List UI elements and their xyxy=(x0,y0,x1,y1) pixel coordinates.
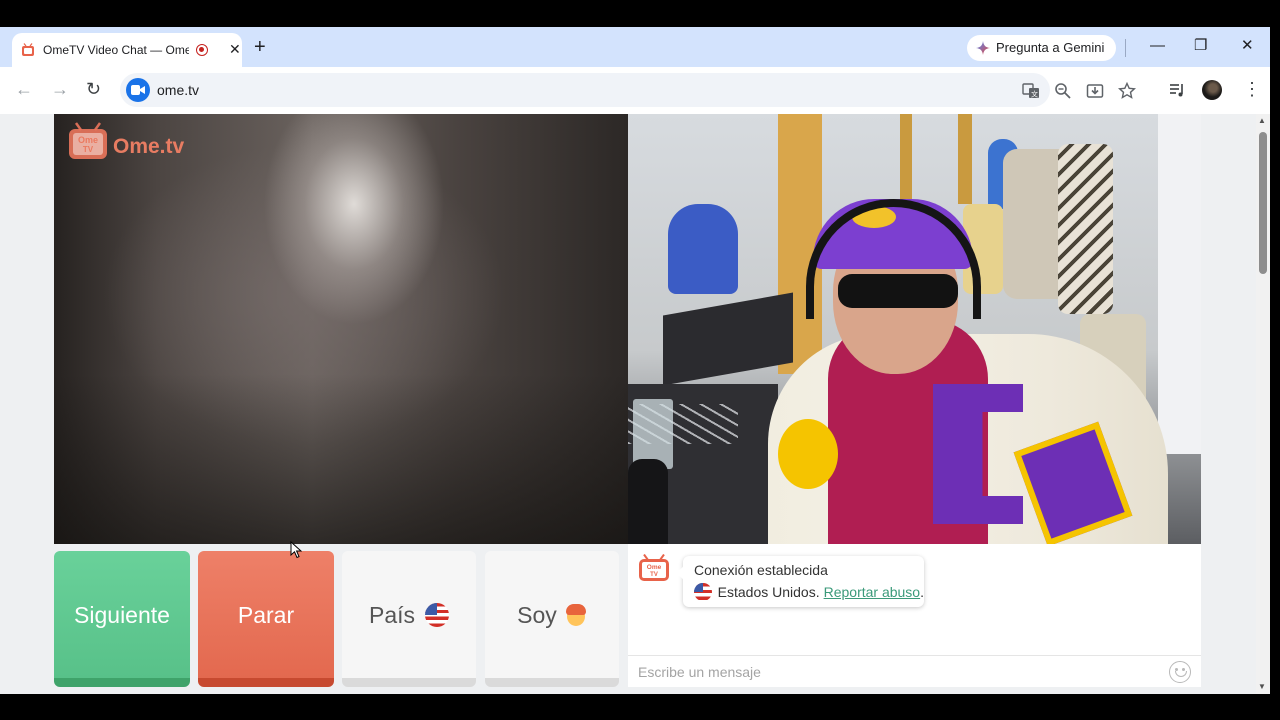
browser-chrome: OmeTV Video Chat — Ome ✕ + Pregunta a Ge… xyxy=(0,27,1270,114)
smiley-icon[interactable] xyxy=(1169,661,1191,683)
boy-emoji-icon xyxy=(565,603,587,627)
next-button[interactable]: Siguiente xyxy=(54,551,190,687)
scroll-up-icon[interactable]: ▲ xyxy=(1258,116,1266,125)
forward-icon[interactable]: → xyxy=(51,79,69,99)
chrome-separator xyxy=(1125,39,1126,57)
stop-button-label: Parar xyxy=(237,601,295,628)
back-icon[interactable]: ← xyxy=(15,79,33,99)
media-icon[interactable] xyxy=(1168,81,1186,99)
report-abuse-link[interactable]: Reportar abuso xyxy=(824,584,921,601)
new-tab-button[interactable]: + xyxy=(254,37,266,57)
plush-toy xyxy=(668,204,738,294)
box xyxy=(663,292,793,386)
mouse-cursor-icon xyxy=(290,541,302,559)
zoom-icon[interactable] xyxy=(1054,82,1072,100)
wood-panel xyxy=(958,114,972,204)
wall xyxy=(1158,114,1201,454)
stop-button[interactable]: Parar xyxy=(198,551,334,687)
tab-close-icon[interactable]: ✕ xyxy=(229,41,241,57)
translate-icon[interactable]: 文 xyxy=(1022,82,1040,100)
next-button-label: Siguiente xyxy=(74,601,170,628)
reload-icon[interactable]: ↻ xyxy=(86,79,101,99)
scroll-thumb[interactable] xyxy=(1259,132,1267,274)
brand-text: Ome.tv xyxy=(113,135,185,158)
page-scrollbar[interactable]: ▲ ▼ xyxy=(1256,114,1270,694)
ometv-page: Ome TV Ome.tv Siguiente Parar País Soy O… xyxy=(0,114,1256,694)
tab-favicon xyxy=(22,43,34,56)
message-input[interactable] xyxy=(628,656,1148,687)
svg-text:TV: TV xyxy=(83,145,94,154)
chat-input-bar xyxy=(628,655,1201,687)
jacket-ball-patch xyxy=(778,419,838,489)
install-icon[interactable] xyxy=(1086,82,1104,100)
gender-button[interactable]: Soy xyxy=(485,551,619,687)
address-bar[interactable]: ome.tv 文 xyxy=(120,73,1136,107)
recording-icon xyxy=(196,44,208,56)
us-flag-icon xyxy=(425,602,450,627)
system-message: Conexión establecida Estados Unidos. Rep… xyxy=(676,556,924,607)
minimize-button[interactable]: — xyxy=(1150,37,1165,55)
gemini-icon xyxy=(976,41,990,55)
url-text[interactable]: ome.tv xyxy=(157,81,199,99)
svg-text:Ome: Ome xyxy=(647,564,662,571)
chat-panel: Ome TV Conexión establecida Estados Unid… xyxy=(628,544,1201,687)
country-button-label: País xyxy=(368,601,416,628)
gender-button-label: Soy xyxy=(517,601,557,628)
us-flag-icon xyxy=(694,583,712,601)
connection-status: Conexión establecida xyxy=(694,562,828,578)
report-suffix: . xyxy=(920,583,924,600)
stranger-video xyxy=(628,114,1201,544)
svg-text:TV: TV xyxy=(650,572,658,578)
tab-strip: OmeTV Video Chat — Ome ✕ + Pregunta a Ge… xyxy=(0,27,1270,67)
svg-text:文: 文 xyxy=(1031,90,1038,99)
gemini-label: Pregunta a Gemini xyxy=(996,40,1105,55)
active-tab[interactable]: OmeTV Video Chat — Ome ✕ xyxy=(12,33,242,67)
microphone xyxy=(628,459,668,544)
menu-icon[interactable]: ⋮ xyxy=(1243,79,1261,99)
partner-country-line: Estados Unidos. Reportar abuso. xyxy=(694,583,924,601)
svg-text:Ome: Ome xyxy=(78,135,98,145)
partner-country: Estados Unidos. xyxy=(717,583,820,600)
ometv-chat-logo: Ome TV xyxy=(639,554,669,581)
scroll-down-icon[interactable]: ▼ xyxy=(1258,682,1266,691)
restore-button[interactable]: ❐ xyxy=(1194,37,1207,55)
close-window-button[interactable]: ✕ xyxy=(1241,37,1254,55)
local-video: Ome TV Ome.tv xyxy=(54,114,628,544)
gemini-button[interactable]: Pregunta a Gemini xyxy=(967,35,1116,61)
brand-tv-icon: Ome TV xyxy=(69,122,107,159)
profile-avatar[interactable] xyxy=(1202,80,1222,100)
camo-jacket xyxy=(1058,144,1113,314)
country-button[interactable]: País xyxy=(342,551,476,687)
tab-title: OmeTV Video Chat — Ome xyxy=(43,43,189,57)
browser-toolbar: ← → ↻ ome.tv 文 ⋮ xyxy=(0,67,1270,114)
site-icon[interactable] xyxy=(126,78,150,102)
bookmark-star-icon[interactable] xyxy=(1118,82,1136,100)
